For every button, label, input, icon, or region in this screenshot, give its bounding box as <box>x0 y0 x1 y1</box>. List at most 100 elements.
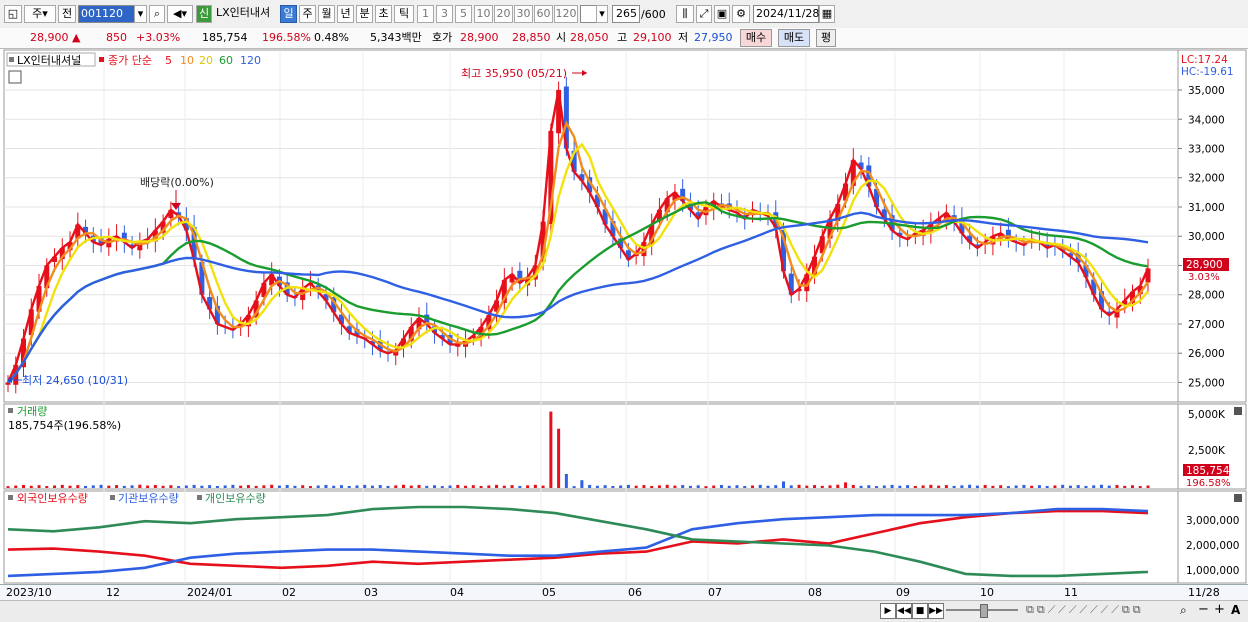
new-button[interactable]: 신 <box>196 5 212 23</box>
volume-bar <box>37 485 41 488</box>
volume-bar <box>906 485 910 488</box>
period-day[interactable]: 일 <box>280 5 297 23</box>
interval-120[interactable]: 120 <box>554 5 578 23</box>
volume-bar <box>146 485 150 488</box>
period-year[interactable]: 년 <box>337 5 354 23</box>
indicator-icon[interactable]: ⤢ <box>696 5 712 23</box>
zoom-out-icon[interactable]: − <box>1198 602 1209 617</box>
holdings-tick-2m: 2,000,000 <box>1186 540 1239 552</box>
volume-bar <box>898 485 902 488</box>
volume-bar <box>851 484 855 488</box>
volume-bar <box>22 484 26 488</box>
table-icon[interactable] <box>8 70 22 84</box>
holdings-panel[interactable] <box>3 490 1179 584</box>
holdings-tick-1m: 1,000,000 <box>1186 565 1239 577</box>
count-input[interactable]: 265 <box>612 5 640 23</box>
volume-bar <box>937 485 941 488</box>
volume-bar <box>208 485 212 488</box>
interval-1[interactable]: 1 <box>417 5 434 23</box>
prev-button[interactable]: 전 <box>58 5 76 23</box>
volume-bar <box>1084 485 1088 488</box>
period-month[interactable]: 월 <box>318 5 335 23</box>
quote-label: 호가 <box>432 31 453 44</box>
x-label-02: 02 <box>282 586 296 599</box>
volume-panel-close-icon[interactable] <box>1234 407 1242 415</box>
interval-20[interactable]: 20 <box>494 5 513 23</box>
volume-bar <box>983 485 987 488</box>
holdings-panel-close-icon[interactable] <box>1234 494 1242 502</box>
window-menu-icon[interactable]: ◱ <box>4 5 22 23</box>
save-icon[interactable]: ▣ <box>714 5 730 23</box>
period-select[interactable]: 주▾ <box>24 5 56 23</box>
forward-icon[interactable]: ▶▶ <box>928 603 944 619</box>
volume-bar <box>766 485 770 488</box>
interval-dropdown-icon[interactable]: ▾ <box>596 5 608 23</box>
stop-icon[interactable]: ■ <box>912 603 928 619</box>
volume-bar <box>657 485 661 488</box>
interval-30[interactable]: 30 <box>514 5 533 23</box>
volume-bar <box>975 485 979 488</box>
stock-chart[interactable]: 35,00034,00033,00032,00031,00030,00029,0… <box>0 48 1248 603</box>
volume-bar <box>68 485 72 488</box>
interval-3[interactable]: 3 <box>436 5 453 23</box>
avg-button[interactable]: 평 <box>816 29 836 47</box>
x-label-09: 09 <box>896 586 910 599</box>
x-label-11: 11 <box>1064 586 1078 599</box>
holdings-tick-3m: 3,000,000 <box>1186 515 1239 527</box>
volume-bar <box>1092 485 1096 488</box>
gear-icon[interactable]: ⚙ <box>732 5 750 23</box>
volume-bar <box>882 485 886 488</box>
volume-bar <box>169 485 173 488</box>
speaker-icon[interactable]: ◀▾ <box>167 5 193 23</box>
volume-bar <box>53 485 57 488</box>
text-icon[interactable]: A <box>1231 603 1240 617</box>
zoom-slider-handle[interactable] <box>980 604 988 618</box>
interval-10[interactable]: 10 <box>474 5 493 23</box>
interval-5[interactable]: 5 <box>455 5 472 23</box>
period-week[interactable]: 주 <box>299 5 316 23</box>
volume-tag-text: 185,754 <box>1186 465 1230 477</box>
calendar-icon[interactable]: ▦ <box>819 5 835 23</box>
scroll-right-icon[interactable]: ▶ <box>880 603 896 619</box>
volume-bar <box>704 486 708 488</box>
sell-button[interactable]: 매도 <box>778 29 810 47</box>
volume-bar <box>471 485 475 488</box>
price-panel[interactable] <box>3 49 1179 403</box>
volume-bar <box>626 484 630 488</box>
candle-type-icon[interactable]: ⫼ <box>676 5 694 23</box>
ask-price: 28,900 <box>460 31 499 44</box>
rewind-icon[interactable]: ◀◀ <box>896 603 912 619</box>
search-icon[interactable]: ⌕ <box>149 5 165 23</box>
draw-tools-icon[interactable]: ⧉⧉⟋⟋⟋⟋⟋⟋⟋⧉⧉ <box>1026 603 1144 617</box>
volume-bar <box>1068 485 1072 488</box>
volume-bar <box>1138 486 1142 488</box>
zoom-in-icon[interactable]: + <box>1214 602 1225 617</box>
period-second[interactable]: 초 <box>375 5 392 23</box>
ma-legend-marker <box>99 57 104 62</box>
volume-bar <box>820 485 824 488</box>
volume-bar <box>502 485 506 488</box>
interval-60[interactable]: 60 <box>534 5 553 23</box>
date-input[interactable]: 2024/11/28 <box>753 5 819 23</box>
buy-button[interactable]: 매수 <box>740 29 772 47</box>
volume-bar <box>91 485 95 488</box>
volume-bar <box>355 485 359 488</box>
volume-bar <box>409 485 413 488</box>
volume-panel[interactable] <box>3 403 1179 490</box>
price-value: 28,900 <box>30 31 69 44</box>
volume-bar <box>293 485 297 488</box>
volume-bar <box>231 484 235 488</box>
volume-bar <box>363 484 367 488</box>
volume-bar <box>223 485 227 488</box>
volume-bar <box>688 485 692 488</box>
volume-bar <box>270 484 274 488</box>
code-dropdown-icon[interactable]: ▾ <box>134 5 147 23</box>
period-minute[interactable]: 분 <box>356 5 373 23</box>
volume-bar <box>859 485 863 488</box>
period-tick[interactable]: 틱 <box>394 5 414 23</box>
high-label: 고 <box>617 31 628 44</box>
search-icon[interactable]: ⌕ <box>1180 603 1187 618</box>
stock-code-input[interactable]: 001120 <box>78 5 136 23</box>
x-label-11-28: 11/28 <box>1188 586 1220 599</box>
x-label-06: 06 <box>628 586 642 599</box>
